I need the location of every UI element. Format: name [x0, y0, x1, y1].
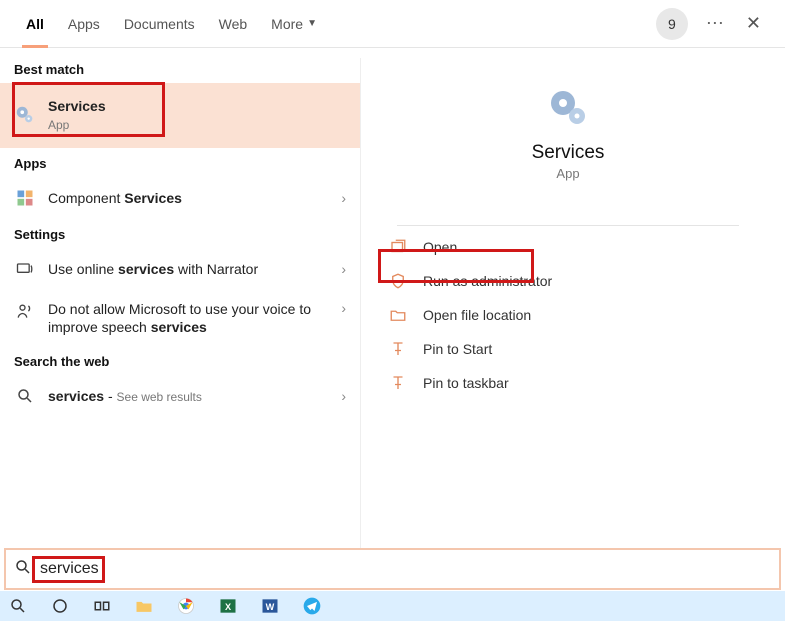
- result-speech-services[interactable]: Do not allow Microsoft to use your voice…: [0, 290, 360, 346]
- narrator-icon: [14, 258, 36, 280]
- tab-web[interactable]: Web: [207, 0, 260, 48]
- tab-web-label: Web: [219, 16, 248, 32]
- tab-more[interactable]: More ▼: [259, 0, 329, 48]
- taskbar-telegram-icon[interactable]: [300, 594, 324, 618]
- result-bestmatch-services[interactable]: Services App: [0, 83, 360, 148]
- result-narrator-services[interactable]: Use online services with Narrator ›: [0, 248, 360, 290]
- result-text: Component Services: [48, 189, 341, 207]
- component-icon: [14, 187, 36, 209]
- folder-icon: [389, 306, 409, 324]
- tab-documents-label: Documents: [124, 16, 195, 32]
- chevron-right-icon: ›: [341, 190, 346, 206]
- chevron-right-icon: ›: [341, 261, 346, 277]
- search-icon: [14, 558, 32, 581]
- search-tabs: All Apps Documents Web More ▼ 9 ⋯ ✕: [0, 0, 785, 48]
- action-label: Open file location: [423, 307, 531, 323]
- taskbar: X W: [0, 591, 785, 621]
- svg-text:W: W: [266, 602, 275, 612]
- chevron-right-icon: ›: [341, 388, 346, 404]
- tab-apps[interactable]: Apps: [56, 0, 112, 48]
- pin-icon: [389, 374, 409, 392]
- result-sub: App: [48, 118, 69, 132]
- result-component-services[interactable]: Component Services ›: [0, 177, 360, 219]
- detail-panel: Services App Open Run as administrator O…: [360, 58, 775, 562]
- search-input[interactable]: [40, 560, 771, 578]
- taskbar-word-icon[interactable]: W: [258, 594, 282, 618]
- result-text: Use online services with Narrator: [48, 260, 341, 278]
- taskbar-search-icon[interactable]: [6, 594, 30, 618]
- action-run-admin[interactable]: Run as administrator: [379, 264, 757, 298]
- action-open-location[interactable]: Open file location: [379, 298, 757, 332]
- taskbar-chrome-icon[interactable]: [174, 594, 198, 618]
- tab-documents[interactable]: Documents: [112, 0, 207, 48]
- action-open[interactable]: Open: [379, 230, 757, 264]
- gears-icon: [14, 104, 36, 126]
- action-label: Pin to taskbar: [423, 375, 509, 391]
- search-results: Best match Services App Apps Component S…: [0, 48, 785, 572]
- result-title: Services: [48, 97, 346, 115]
- tab-all[interactable]: All: [14, 0, 56, 48]
- tab-all-label: All: [26, 16, 44, 32]
- section-bestmatch: Best match: [0, 54, 360, 83]
- detail-sub: App: [556, 166, 579, 181]
- pin-icon: [389, 340, 409, 358]
- results-list: Best match Services App Apps Component S…: [0, 48, 360, 572]
- taskbar-cortana-icon[interactable]: [48, 594, 72, 618]
- rewards-badge[interactable]: 9: [656, 8, 688, 40]
- result-text: Do not allow Microsoft to use your voice…: [48, 300, 341, 336]
- taskbar-excel-icon[interactable]: X: [216, 594, 240, 618]
- shield-icon: [389, 272, 409, 290]
- search-bar[interactable]: [4, 548, 781, 590]
- detail-title: Services: [532, 142, 605, 164]
- chevron-down-icon: ▼: [307, 18, 317, 29]
- action-label: Open: [423, 239, 457, 255]
- close-button[interactable]: ✕: [736, 13, 771, 34]
- divider: [397, 225, 739, 226]
- rewards-count: 9: [668, 16, 676, 32]
- speech-icon: [14, 300, 36, 322]
- section-searchweb: Search the web: [0, 346, 360, 375]
- tab-apps-label: Apps: [68, 16, 100, 32]
- chevron-right-icon: ›: [341, 300, 346, 316]
- taskbar-taskview-icon[interactable]: [90, 594, 114, 618]
- action-pin-start[interactable]: Pin to Start: [379, 332, 757, 366]
- section-settings: Settings: [0, 219, 360, 248]
- svg-text:X: X: [225, 602, 232, 612]
- tab-more-label: More: [271, 16, 303, 32]
- section-apps: Apps: [0, 148, 360, 177]
- action-label: Run as administrator: [423, 273, 552, 289]
- result-text: services - See web results: [48, 387, 341, 406]
- options-button[interactable]: ⋯: [696, 13, 736, 34]
- result-text: Services App: [48, 97, 346, 134]
- search-icon: [14, 385, 36, 407]
- taskbar-explorer-icon[interactable]: [132, 594, 156, 618]
- gears-icon: [544, 84, 592, 132]
- open-icon: [389, 238, 409, 256]
- result-web-services[interactable]: services - See web results ›: [0, 375, 360, 417]
- action-pin-taskbar[interactable]: Pin to taskbar: [379, 366, 757, 400]
- action-label: Pin to Start: [423, 341, 492, 357]
